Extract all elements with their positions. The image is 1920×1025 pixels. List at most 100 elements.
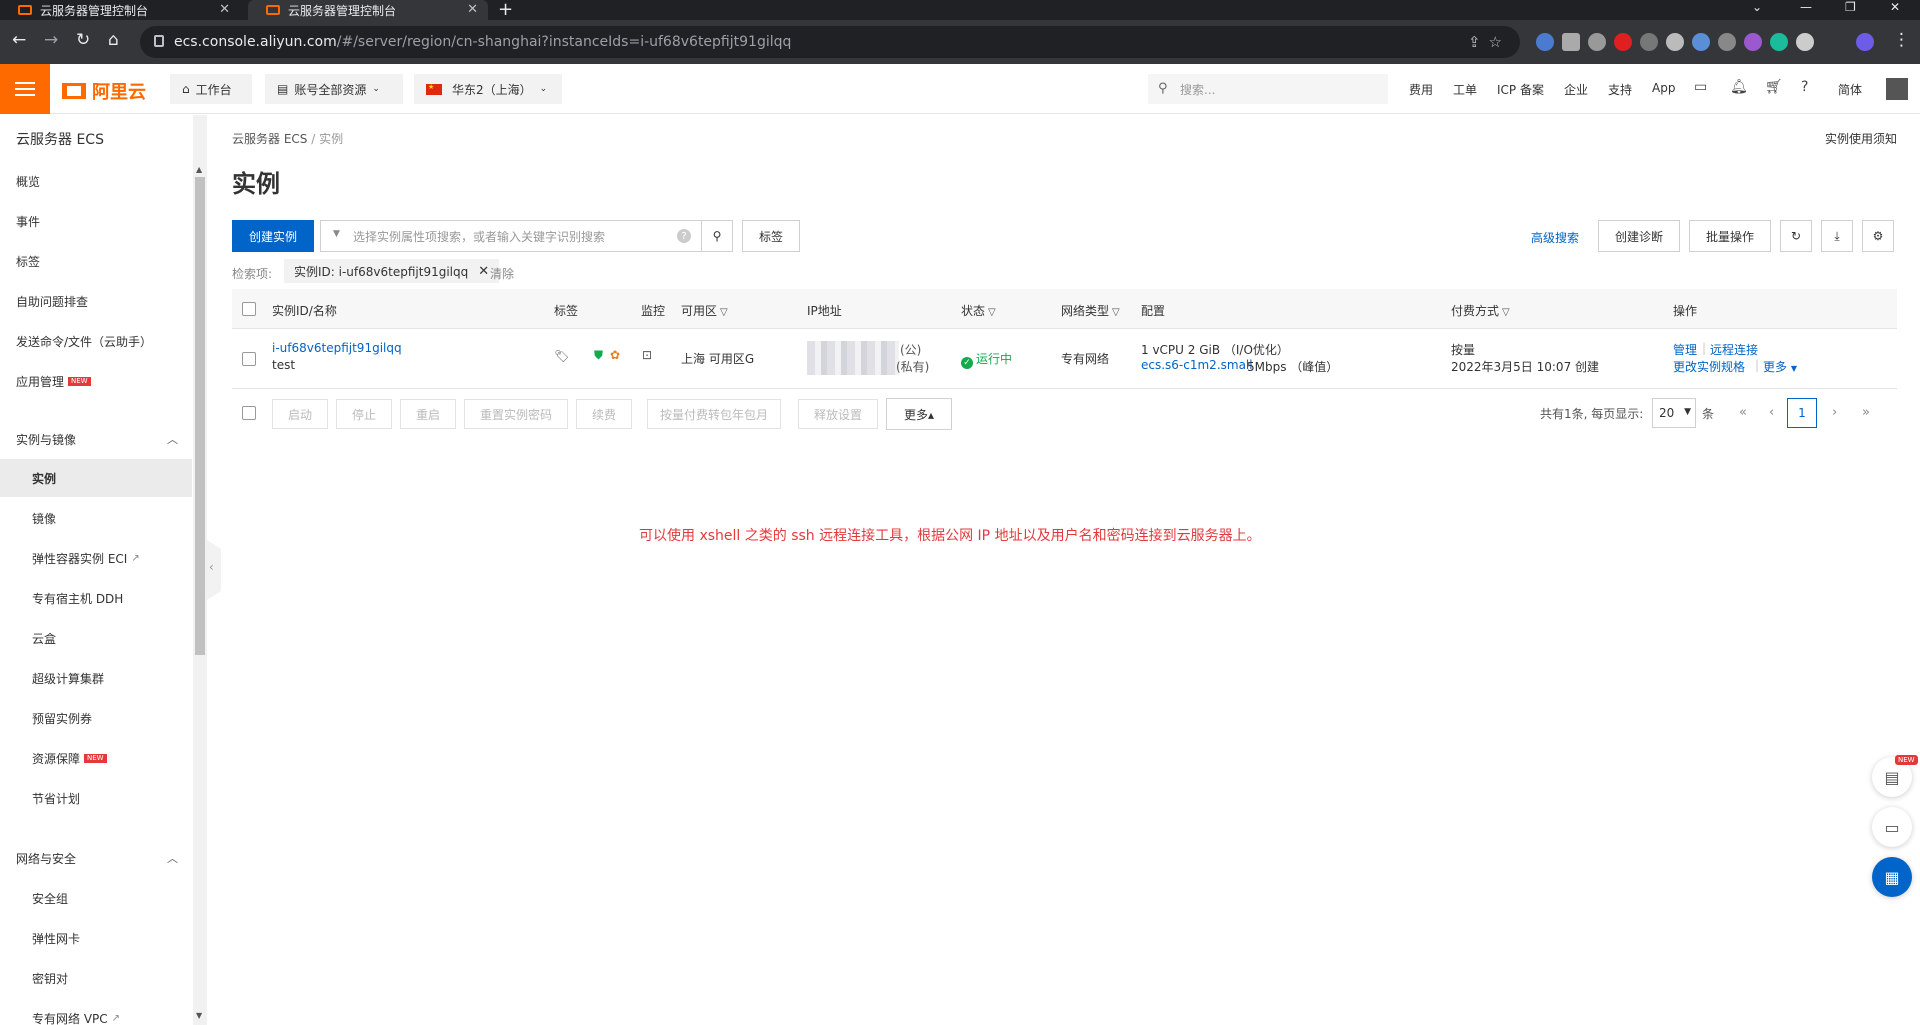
refresh-button[interactable]: ↻ (1780, 220, 1812, 252)
profile-avatar[interactable] (1856, 33, 1874, 51)
extension-icon[interactable] (1718, 33, 1736, 51)
user-avatar[interactable] (1886, 78, 1908, 100)
extension-icon[interactable] (1744, 33, 1762, 51)
filter-funnel-icon[interactable]: ▽ (1502, 307, 1510, 318)
settings-button[interactable]: ⚙ (1862, 220, 1894, 252)
filter-funnel-icon[interactable]: ▽ (1112, 307, 1120, 318)
nav-link-tickets[interactable]: 工单 (1453, 81, 1477, 98)
instance-usage-notice-link[interactable]: 实例使用须知 (1825, 130, 1897, 147)
sidebar-item-eni[interactable]: 弹性网卡 (0, 919, 192, 957)
nav-link-app[interactable]: App (1652, 81, 1675, 95)
instance-search-input[interactable]: ▼ 选择实例属性项搜索，或者输入关键字识别搜索 ? (320, 220, 702, 252)
bulk-select-checkbox[interactable] (242, 406, 256, 420)
extension-icon[interactable] (1536, 33, 1554, 51)
tag-filter-button[interactable]: 标签 (742, 220, 800, 252)
reload-icon[interactable]: ↻ (76, 30, 90, 50)
security-center-icon[interactable]: ✿ (610, 348, 620, 362)
release-settings-button[interactable]: 释放设置 (798, 399, 878, 429)
sidebar-item-events[interactable]: 事件 (0, 202, 192, 240)
select-all-checkbox[interactable] (242, 302, 256, 316)
sidebar-item-tags[interactable]: 标签 (0, 242, 192, 280)
sidebar-item-ddh[interactable]: 专有宿主机 DDH (0, 579, 192, 617)
close-tab-icon[interactable]: ✕ (219, 2, 230, 17)
tag-icon[interactable]: 🏷︎ (554, 349, 569, 363)
next-page-icon[interactable]: › (1832, 405, 1837, 420)
browser-menu-icon[interactable]: ⋮ (1893, 30, 1910, 50)
close-window-icon[interactable]: ✕ (1890, 0, 1900, 14)
sidebar-item-instances[interactable]: 实例 (0, 459, 192, 497)
message-icon[interactable]: ▭ (1694, 79, 1707, 95)
instance-id-link[interactable]: i-uf68v6tepfijt91gilqq (272, 341, 402, 355)
create-diagnosis-button[interactable]: 创建诊断 (1598, 220, 1680, 252)
forward-icon[interactable]: → (44, 30, 58, 50)
menu-icon[interactable] (0, 64, 50, 114)
extension-icon[interactable] (1640, 33, 1658, 51)
share-and-bookmark-icons[interactable]: ⇪☆ (1468, 33, 1510, 51)
row-checkbox[interactable] (242, 352, 256, 366)
start-button[interactable]: 启动 (272, 399, 328, 429)
sidebar-item-app-management[interactable]: 应用管理 NEW (0, 362, 192, 400)
remove-filter-icon[interactable]: ✕ (478, 264, 489, 279)
sidebar-item-scc[interactable]: 超级计算集群 (0, 659, 192, 697)
sidebar-item-images[interactable]: 镜像 (0, 499, 192, 537)
nav-link-support[interactable]: 支持 (1608, 81, 1632, 98)
monitoring-chart-icon[interactable]: ⊡ (642, 348, 652, 362)
help-icon[interactable]: ? (677, 229, 691, 243)
extension-icon[interactable] (1588, 33, 1606, 51)
first-page-icon[interactable]: « (1739, 405, 1747, 420)
more-actions-link[interactable]: 更多 ▼ (1763, 358, 1797, 375)
browser-tab-active[interactable]: 云服务器管理控制台 ✕ (248, 0, 488, 20)
bell-icon[interactable]: 🔔︎ (1730, 79, 1748, 95)
sidebar-item-cloud-assistant[interactable]: 发送命令/文件（云助手） (0, 322, 192, 360)
back-icon[interactable]: ← (12, 30, 26, 50)
aliyun-logo[interactable]: 阿里云 (62, 78, 146, 104)
cart-icon[interactable]: 🛒︎ (1765, 79, 1783, 95)
switch-to-subscription-button[interactable]: 按量付费转包年包月 (647, 399, 781, 429)
sidebar-scrollbar-thumb[interactable] (195, 177, 205, 655)
sidebar-item-key-pairs[interactable]: 密钥对 (0, 959, 192, 997)
global-search-input[interactable]: ⚲ 搜索... (1148, 74, 1388, 104)
home-icon[interactable]: ⌂ (108, 30, 119, 50)
feedback-float-button[interactable]: ▭ (1872, 807, 1912, 847)
scroll-down-arrow-icon[interactable]: ▼ (196, 1011, 202, 1020)
new-tab-button[interactable]: + (498, 0, 513, 20)
apps-float-button[interactable]: ▦ (1872, 857, 1912, 897)
tab-search-icon[interactable]: ⌄ (1752, 0, 1762, 14)
nav-link-icp[interactable]: ICP 备案 (1497, 81, 1544, 98)
page-size-select[interactable]: 20 ▼ (1652, 398, 1696, 428)
sidebar-item-eci[interactable]: 弹性容器实例 ECI ↗ (0, 539, 192, 577)
close-tab-icon[interactable]: ✕ (467, 2, 478, 17)
filter-funnel-icon[interactable]: ▽ (720, 307, 728, 318)
sidebar-item-vpc[interactable]: 专有网络 VPC ↗ (0, 999, 192, 1025)
nav-link-enterprise[interactable]: 企业 (1564, 81, 1588, 98)
resource-group-selector[interactable]: ▤ 账号全部资源 ⌄ (265, 74, 403, 104)
extension-icon[interactable] (1770, 33, 1788, 51)
remote-connect-link[interactable]: 远程连接 (1710, 341, 1758, 358)
reset-password-button[interactable]: 重置实例密码 (464, 399, 568, 429)
restore-icon[interactable]: ❐ (1845, 0, 1856, 14)
help-icon[interactable]: ? (1801, 79, 1808, 95)
sidebar-collapse-handle[interactable]: ‹ (207, 540, 221, 600)
instance-type-link[interactable]: ecs.s6-c1m2.small (1141, 358, 1253, 372)
nav-link-billing[interactable]: 费用 (1409, 81, 1433, 98)
sidebar-item-reserved-instances[interactable]: 预留实例券 (0, 699, 192, 737)
sidebar-group-instances-images[interactable]: 实例与镜像 ︿ (0, 420, 192, 458)
extension-icon[interactable] (1692, 33, 1710, 51)
advanced-search-link[interactable]: 高级搜索 (1531, 229, 1579, 246)
stop-button[interactable]: 停止 (336, 399, 392, 429)
scroll-up-arrow-icon[interactable]: ▲ (196, 165, 202, 174)
export-button[interactable]: ⤓ (1821, 220, 1853, 252)
sidebar-item-overview[interactable]: 概览 (0, 162, 192, 200)
security-shield-icon[interactable]: ⛊ (594, 348, 603, 363)
sidebar-item-troubleshoot[interactable]: 自助问题排查 (0, 282, 192, 320)
renew-button[interactable]: 续费 (576, 399, 632, 429)
workbench-button[interactable]: ⌂ 工作台 (170, 74, 252, 104)
address-bar[interactable]: ecs.console.aliyun.com/#/server/region/c… (140, 26, 1520, 58)
search-button[interactable]: ⚲ (701, 220, 733, 252)
sidebar-item-cloud-box[interactable]: 云盒 (0, 619, 192, 657)
more-bulk-actions-button[interactable]: 更多▴ (886, 398, 952, 430)
region-selector[interactable]: 华东2（上海） ⌄ (414, 74, 562, 104)
create-instance-button[interactable]: 创建实例 (232, 220, 314, 252)
breadcrumb-root[interactable]: 云服务器 ECS (232, 132, 307, 146)
batch-operation-button[interactable]: 批量操作 (1689, 220, 1771, 252)
